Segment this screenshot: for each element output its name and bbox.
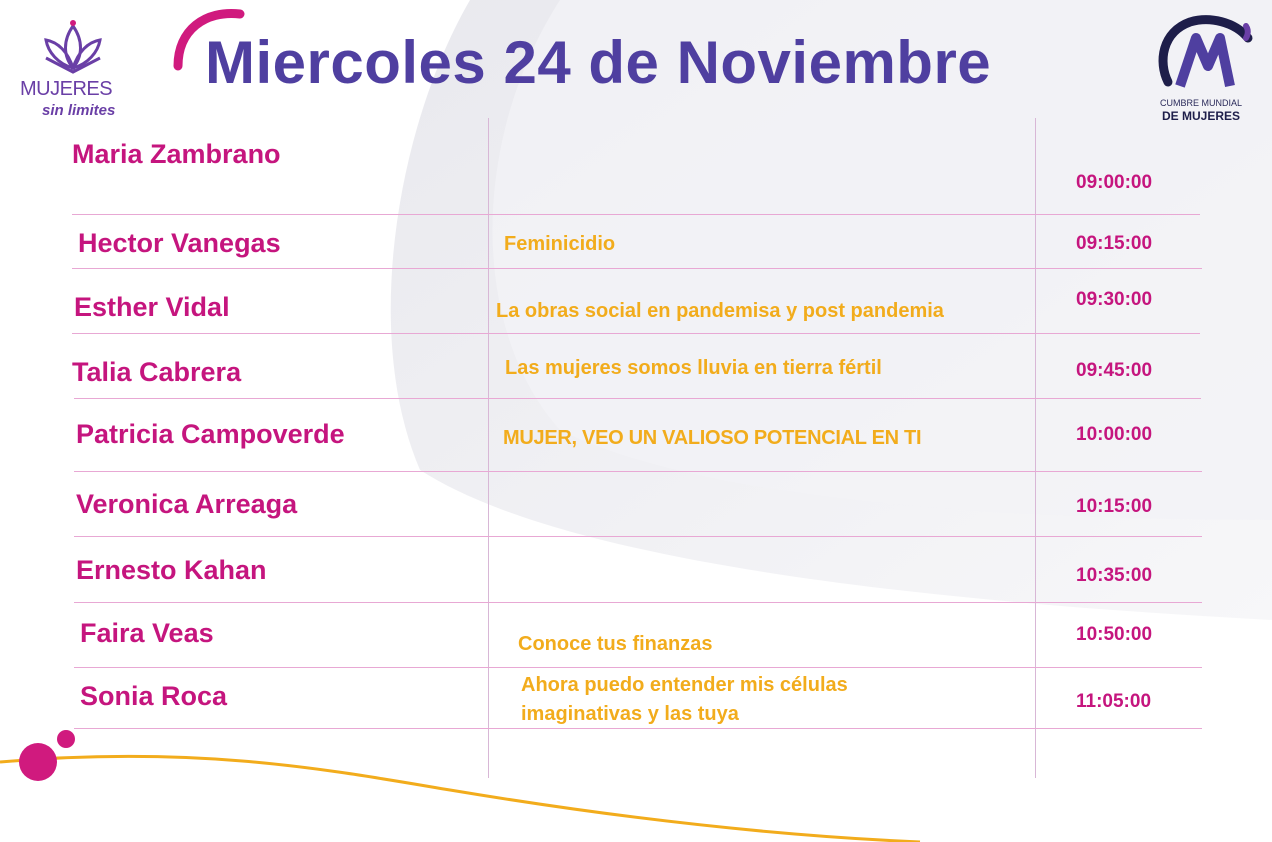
- speaker-name: Hector Vanegas: [78, 228, 281, 258]
- session-topic: Conoce tus finanzas: [518, 633, 713, 655]
- session-topic: MUJER, VEO UN VALIOSO POTENCIAL EN TI: [503, 427, 922, 449]
- session-time: 10:00:00: [1076, 424, 1153, 445]
- session-time: 09:15:00: [1076, 233, 1153, 254]
- speaker-name: Faira Veas: [80, 618, 214, 648]
- speaker-name: Sonia Roca: [80, 681, 228, 711]
- session-time: 10:35:00: [1076, 565, 1153, 586]
- logo-right-line1: CUMBRE MUNDIAL: [1160, 98, 1243, 108]
- row-divider: [74, 398, 1201, 399]
- session-time: 09:30:00: [1076, 289, 1153, 310]
- mujeres-sin-limites-logo: MUJERES sin limites: [18, 18, 128, 128]
- speaker-name: Talia Cabrera: [72, 357, 242, 387]
- logo-right-line2: DE MUJERES: [1162, 109, 1241, 123]
- column-divider-2: [1035, 118, 1036, 778]
- session-topic: Feminicidio: [504, 233, 616, 255]
- speaker-name: Maria Zambrano: [72, 139, 281, 169]
- session-time: 10:50:00: [1076, 624, 1153, 645]
- pink-dot-small: [57, 730, 75, 748]
- session-topic: Ahora puedo entender mis células: [521, 674, 848, 696]
- cumbre-mundial-logo: CUMBRE MUNDIAL DE MUJERES: [1150, 12, 1260, 123]
- speaker-name: Patricia Campoverde: [76, 419, 345, 449]
- yellow-wave-line: [0, 754, 921, 842]
- row-divider: [72, 214, 1200, 215]
- session-time: 09:45:00: [1076, 360, 1153, 381]
- pink-dot-large: [19, 743, 57, 781]
- speaker-name: Veronica Arreaga: [76, 489, 298, 519]
- session-time: 09:00:00: [1076, 172, 1153, 193]
- lotus-icon: [44, 20, 102, 74]
- m-emblem-icon: [1158, 15, 1253, 88]
- logo-left-line1: MUJERES: [20, 78, 113, 100]
- session-topic: Las mujeres somos lluvia en tierra férti…: [505, 357, 882, 379]
- session-time: 11:05:00: [1076, 691, 1152, 712]
- speaker-name: Esther Vidal: [74, 292, 230, 322]
- logo-left-line2: sin limites: [42, 102, 116, 119]
- row-divider: [74, 667, 1202, 668]
- row-divider: [72, 333, 1200, 334]
- page-title: Miercoles 24 de Noviembre: [205, 29, 992, 96]
- column-divider-1: [488, 118, 489, 778]
- session-time: 10:15:00: [1076, 496, 1153, 517]
- row-divider: [74, 728, 1202, 729]
- row-divider: [74, 602, 1202, 603]
- row-divider: [74, 471, 1202, 472]
- speaker-name: Ernesto Kahan: [76, 555, 267, 585]
- row-divider: [74, 536, 1202, 537]
- row-divider: [72, 268, 1202, 269]
- session-topic-line2: imaginativas y las tuya: [521, 703, 739, 725]
- session-topic: La obras social en pandemisa y post pand…: [496, 300, 944, 322]
